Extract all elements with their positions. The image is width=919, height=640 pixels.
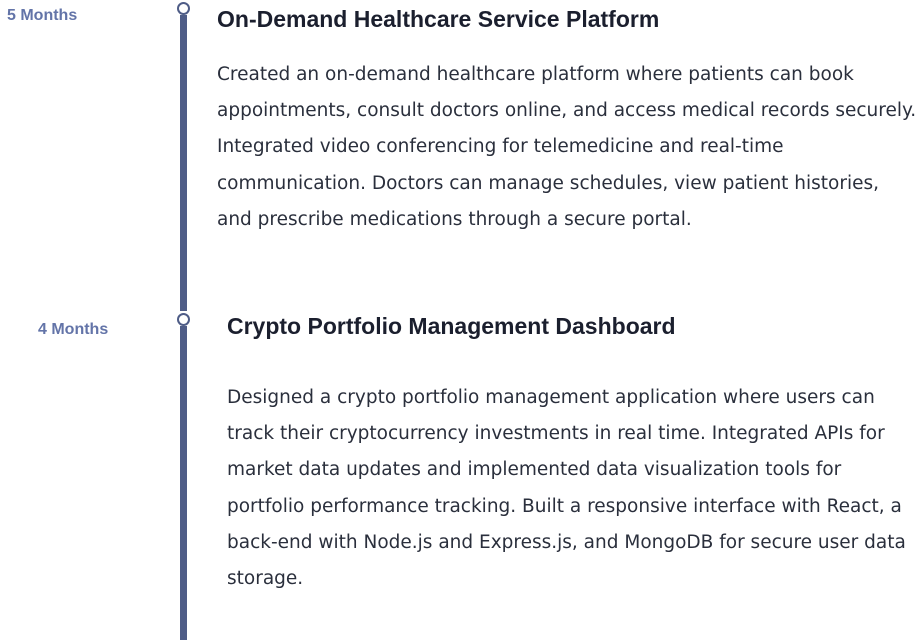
project-title: On-Demand Healthcare Service Platform	[217, 6, 660, 32]
timeline-line	[180, 15, 187, 311]
project-duration: 5 Months	[7, 7, 78, 24]
project-description: Created an on-demand healthcare platform…	[217, 64, 917, 230]
project-title: Crypto Portfolio Management Dashboard	[227, 313, 676, 339]
project-description: Designed a crypto portfolio management a…	[227, 387, 906, 590]
timeline-dot	[177, 313, 190, 326]
project-duration: 4 Months	[38, 321, 109, 338]
timeline-dot	[177, 2, 190, 15]
timeline-line	[180, 326, 187, 640]
